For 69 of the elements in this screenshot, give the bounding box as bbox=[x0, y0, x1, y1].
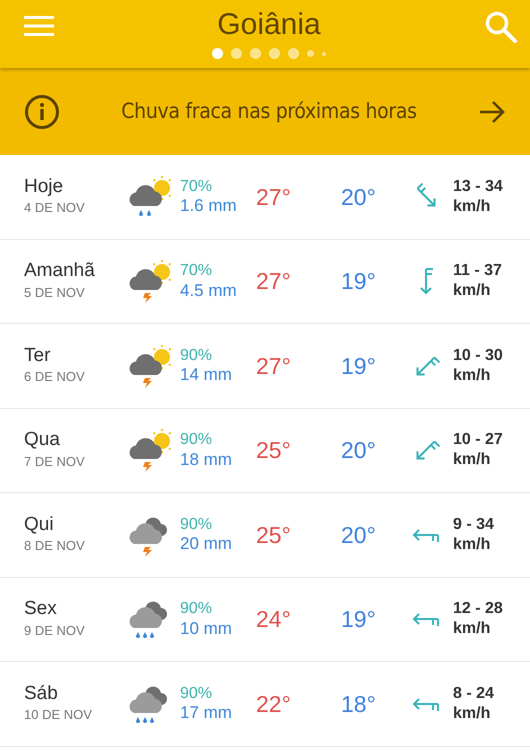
day-date: 9 DE NOV bbox=[24, 622, 86, 640]
high-temp: 24° bbox=[256, 605, 292, 634]
high-temp: 27° bbox=[256, 352, 292, 380]
page-dot[interactable] bbox=[212, 48, 223, 59]
wind-speed: 10 - 30 bbox=[453, 346, 503, 366]
wind-speed: 12 - 28 bbox=[453, 599, 503, 620]
low-temp: 20° bbox=[341, 436, 377, 465]
arrow-right-icon[interactable] bbox=[478, 100, 506, 124]
wind-unit: km/h bbox=[453, 366, 492, 386]
day-date: 7 DE NOV bbox=[24, 452, 86, 471]
page-dot[interactable] bbox=[231, 48, 242, 59]
high-temp: 25° bbox=[256, 520, 292, 550]
rain-chance: 90% bbox=[180, 514, 214, 534]
day-name: Ter bbox=[24, 344, 52, 368]
rain-chance: 70% bbox=[180, 176, 214, 196]
day-date: 4 DE NOV bbox=[24, 199, 86, 218]
day-name: Qui bbox=[24, 514, 55, 536]
wind-unit: km/h bbox=[453, 619, 492, 640]
rain-chance: 90% bbox=[180, 430, 214, 450]
day-name: Sáb bbox=[24, 682, 59, 706]
page-dot[interactable] bbox=[269, 48, 280, 59]
search-icon[interactable] bbox=[484, 10, 518, 44]
low-temp: 19° bbox=[341, 352, 377, 380]
high-temp: 27° bbox=[256, 182, 292, 212]
rain-amount: 10 mm bbox=[180, 618, 233, 640]
wind-speed: 8 - 24 bbox=[453, 684, 494, 704]
day-name: Amanhã bbox=[24, 260, 96, 283]
city-title: Goiânia bbox=[217, 7, 321, 40]
page-dot[interactable] bbox=[307, 50, 314, 57]
day-date: 5 DE NOV bbox=[24, 284, 86, 302]
high-temp: 25° bbox=[256, 436, 292, 465]
high-temp: 22° bbox=[256, 690, 292, 718]
day-name: Sex bbox=[24, 598, 58, 621]
rain-chance: 90% bbox=[180, 684, 214, 704]
day-date: 6 DE NOV bbox=[24, 368, 86, 386]
wind-unit: km/h bbox=[453, 534, 492, 555]
wind-unit: km/h bbox=[453, 281, 492, 302]
rain-chance: 90% bbox=[180, 599, 214, 619]
alert-text: Chuva fraca nas próximas horas bbox=[121, 98, 417, 125]
low-temp: 18° bbox=[341, 690, 377, 718]
day-date: 10 DE NOV bbox=[24, 706, 93, 724]
info-icon bbox=[24, 94, 60, 130]
page-dot[interactable] bbox=[322, 52, 326, 56]
wind-unit: km/h bbox=[453, 704, 492, 724]
rain-chance: 70% bbox=[180, 261, 214, 281]
day-name: Qua bbox=[24, 429, 61, 452]
high-temp: 27° bbox=[256, 267, 292, 296]
wind-speed: 9 - 34 bbox=[453, 514, 494, 535]
page-dot[interactable] bbox=[250, 48, 261, 59]
rain-amount: 4.5 mm bbox=[180, 280, 238, 302]
wind-speed: 13 - 34 bbox=[453, 176, 503, 197]
rain-amount: 1.6 mm bbox=[180, 196, 238, 217]
rain-amount: 18 mm bbox=[180, 450, 233, 470]
low-temp: 20° bbox=[341, 520, 377, 550]
wind-unit: km/h bbox=[453, 196, 492, 217]
low-temp: 19° bbox=[341, 605, 377, 634]
rain-chance: 90% bbox=[180, 346, 214, 366]
low-temp: 20° bbox=[341, 182, 377, 212]
wind-unit: km/h bbox=[453, 450, 492, 470]
page-dot[interactable] bbox=[288, 48, 299, 59]
menu-icon[interactable] bbox=[24, 14, 54, 38]
rain-amount: 14 mm bbox=[180, 365, 233, 386]
day-name: Hoje bbox=[24, 176, 64, 198]
wind-speed: 11 - 37 bbox=[453, 261, 502, 282]
wind-speed: 10 - 27 bbox=[453, 430, 503, 450]
rain-amount: 20 mm bbox=[180, 534, 233, 555]
day-date: 8 DE NOV bbox=[24, 537, 86, 556]
rain-amount: 17 mm bbox=[180, 703, 233, 724]
low-temp: 19° bbox=[341, 267, 377, 296]
